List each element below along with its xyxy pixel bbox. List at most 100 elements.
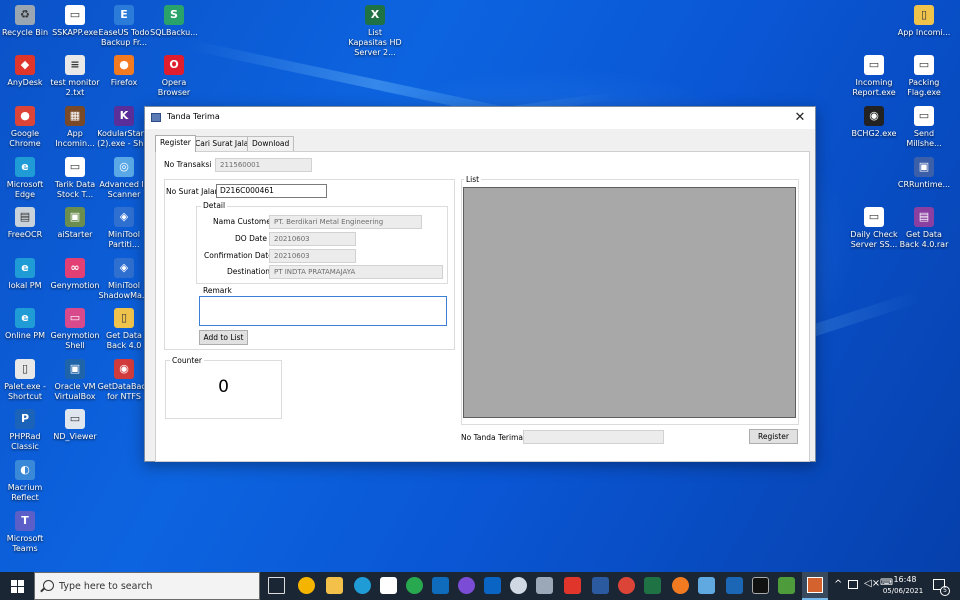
active-app-slot[interactable] — [802, 572, 828, 600]
no-tanda-terima-label: No Tanda Terima — [461, 433, 524, 442]
desktop-icon[interactable]: ◆ AnyDesk — [0, 55, 50, 88]
desktop-icon[interactable]: K KodularStar... (2).exe - Sh... — [97, 106, 151, 149]
destination-label: Destination — [227, 267, 271, 276]
windows-start-icon[interactable] — [0, 572, 34, 600]
list-group: List — [461, 175, 799, 425]
close-icon[interactable]: ✕ — [785, 107, 815, 129]
outlook-mail-icon[interactable] — [484, 577, 501, 594]
task-view-icon[interactable] — [268, 577, 285, 594]
desktop-icon-label: Opera Browser — [157, 78, 191, 97]
disk-icon[interactable] — [510, 577, 527, 594]
desktop-icon[interactable]: S SQLBacku... — [149, 5, 199, 38]
add-to-list-button[interactable]: Add to List — [199, 330, 248, 345]
desktop-icon[interactable]: ▣ aiStarter — [50, 207, 100, 240]
desktop-icon-label: EaseUS Todo Backup Fr... — [98, 28, 150, 47]
desktop-icon[interactable]: ● Firefox — [99, 55, 149, 88]
desktop-icon[interactable]: ▣ Oracle VM VirtualBox — [50, 359, 100, 402]
desktop-icon-label: Recycle Bin — [1, 28, 49, 37]
desktop-icon[interactable]: e lokal PM — [0, 258, 50, 291]
desktop-icon[interactable]: ♻ Recycle Bin — [0, 5, 50, 38]
chrome-taskbar-icon[interactable] — [298, 577, 315, 594]
desktop-icon[interactable]: ◐ Macrium Reflect — [0, 460, 50, 503]
wordpad-icon[interactable] — [380, 577, 397, 594]
desktop-icon[interactable]: ▤ Get Data Back 4.0.rar — [899, 207, 949, 250]
chevron-up-icon[interactable]: ^ — [834, 579, 842, 590]
file-explorer-icon[interactable] — [326, 577, 343, 594]
excel-icon[interactable] — [644, 577, 661, 594]
list-grid[interactable] — [463, 187, 796, 418]
notepadpp-icon[interactable] — [778, 577, 795, 594]
desktop-icon[interactable]: ◈ MiniTool Partiti... — [99, 207, 149, 250]
register-button[interactable]: Register — [749, 429, 798, 444]
app-icon: ▭ — [914, 106, 934, 126]
sql-icon[interactable] — [406, 577, 423, 594]
genymotion-taskbar-icon[interactable] — [458, 577, 475, 594]
app-icon — [151, 113, 161, 122]
desktop-icon[interactable]: X List Kapasitas HD Server 2... — [348, 5, 402, 58]
app-icon: ▭ — [65, 308, 85, 328]
desktop-icon-label: Google Chrome — [9, 129, 41, 148]
desktop-icon-label: Macrium Reflect — [7, 483, 43, 502]
desktop-icon[interactable]: ◉ GetDataBack for NTFS — [98, 359, 150, 402]
app-icon: ▣ — [914, 157, 934, 177]
desktop-icon[interactable]: ▭ Packing Flag.exe — [899, 55, 949, 98]
network-tool-icon[interactable] — [592, 577, 609, 594]
desktop-icon[interactable]: P PHPRad Classic — [0, 409, 50, 452]
desktop-icon[interactable]: ▭ SSKAPP.exe — [50, 5, 100, 38]
firefox-taskbar-icon[interactable] — [672, 577, 689, 594]
desktop-icon[interactable]: ◎ Advanced IP Scanner — [99, 157, 149, 200]
desktop-icon[interactable]: e Online PM — [0, 308, 50, 341]
app-icon: e — [15, 157, 35, 177]
clock-time[interactable]: 16:48 — [892, 575, 918, 584]
desktop-icon[interactable]: ▯ App Incomi... — [898, 5, 950, 38]
desktop-icon[interactable]: ▯ Palet.exe - Shortcut — [0, 359, 50, 402]
chrome-icon[interactable] — [618, 577, 635, 594]
desktop-icon[interactable]: ▭ Incoming Report.exe — [849, 55, 899, 98]
edge-taskbar-icon[interactable] — [354, 577, 371, 594]
app-icon: K — [114, 106, 134, 126]
window-titlebar[interactable]: Tanda Terima ✕ — [145, 107, 815, 129]
desktop-icon[interactable]: ▯ Get Data Back 4.0 — [99, 308, 149, 351]
desktop-icon-label: Packing Flag.exe — [907, 78, 941, 97]
desktop-icon[interactable]: E EaseUS Todo Backup Fr... — [99, 5, 149, 48]
desktop-icon[interactable]: ▭ Tarik Data Stock T... — [50, 157, 100, 200]
volume-icon[interactable]: ◁× — [864, 578, 880, 589]
anydesk-taskbar-icon[interactable] — [564, 577, 581, 594]
desktop-icon[interactable]: ∞ Genymotion — [50, 258, 100, 291]
notepad-icon[interactable] — [698, 577, 715, 594]
desktop-icon[interactable]: ≡ test monitor 2.txt — [50, 55, 100, 98]
no-surat-jalan-input[interactable]: D216C000461 — [216, 184, 327, 198]
desktop-icon[interactable]: ● Google Chrome — [0, 106, 50, 149]
desktop-icon[interactable]: e Microsoft Edge — [0, 157, 50, 200]
desktop-icon[interactable]: O Opera Browser — [149, 55, 199, 98]
desktop-icon[interactable]: ▭ Genymotion Shell — [50, 308, 100, 351]
desktop-icon-label: Daily Check Server SS... — [850, 230, 898, 249]
app-icon: ▭ — [864, 55, 884, 75]
desktop-icon[interactable]: T Microsoft Teams — [0, 511, 50, 554]
tab-download[interactable]: Download — [247, 136, 295, 151]
desktop-icon-label: Online PM — [4, 331, 46, 340]
tab-register[interactable]: Register — [155, 135, 196, 152]
desktop-icon[interactable]: ▭ Daily Check Server SS... — [849, 207, 899, 250]
printer-icon[interactable] — [536, 577, 553, 594]
desktop-icon[interactable]: ◈ MiniTool ShadowMa... — [99, 258, 150, 301]
app-icon: ▣ — [65, 207, 85, 227]
desktop-icon[interactable]: ▭ Send Millshe... — [899, 106, 949, 149]
desktop-icon[interactable]: ▦ App Incomin... — [50, 106, 100, 149]
remark-input[interactable] — [199, 296, 447, 326]
desktop-icon[interactable]: ▤ FreeOCR — [0, 207, 50, 240]
app-icon: ▯ — [914, 5, 934, 25]
terminal-icon[interactable] — [752, 577, 769, 594]
desktop-icon-label: BCHG2.exe — [851, 129, 897, 138]
desktop-icon[interactable]: ◉ BCHG2.exe — [849, 106, 899, 139]
visual-studio-icon[interactable] — [726, 577, 743, 594]
search-icon — [43, 580, 54, 591]
desktop-icon-label: App Incomin... — [55, 129, 95, 148]
clock-date[interactable]: 05/06/2021 — [880, 587, 926, 595]
desktop-icon[interactable]: ▣ CRRuntime... — [898, 157, 950, 190]
network-icon[interactable] — [848, 580, 858, 589]
desktop-icon[interactable]: ▭ ND_Viewer — [50, 409, 100, 442]
taskbar-search-box[interactable]: Type here to search — [34, 572, 260, 600]
window-title: Tanda Terima — [167, 112, 220, 121]
outlook-icon[interactable] — [432, 577, 449, 594]
